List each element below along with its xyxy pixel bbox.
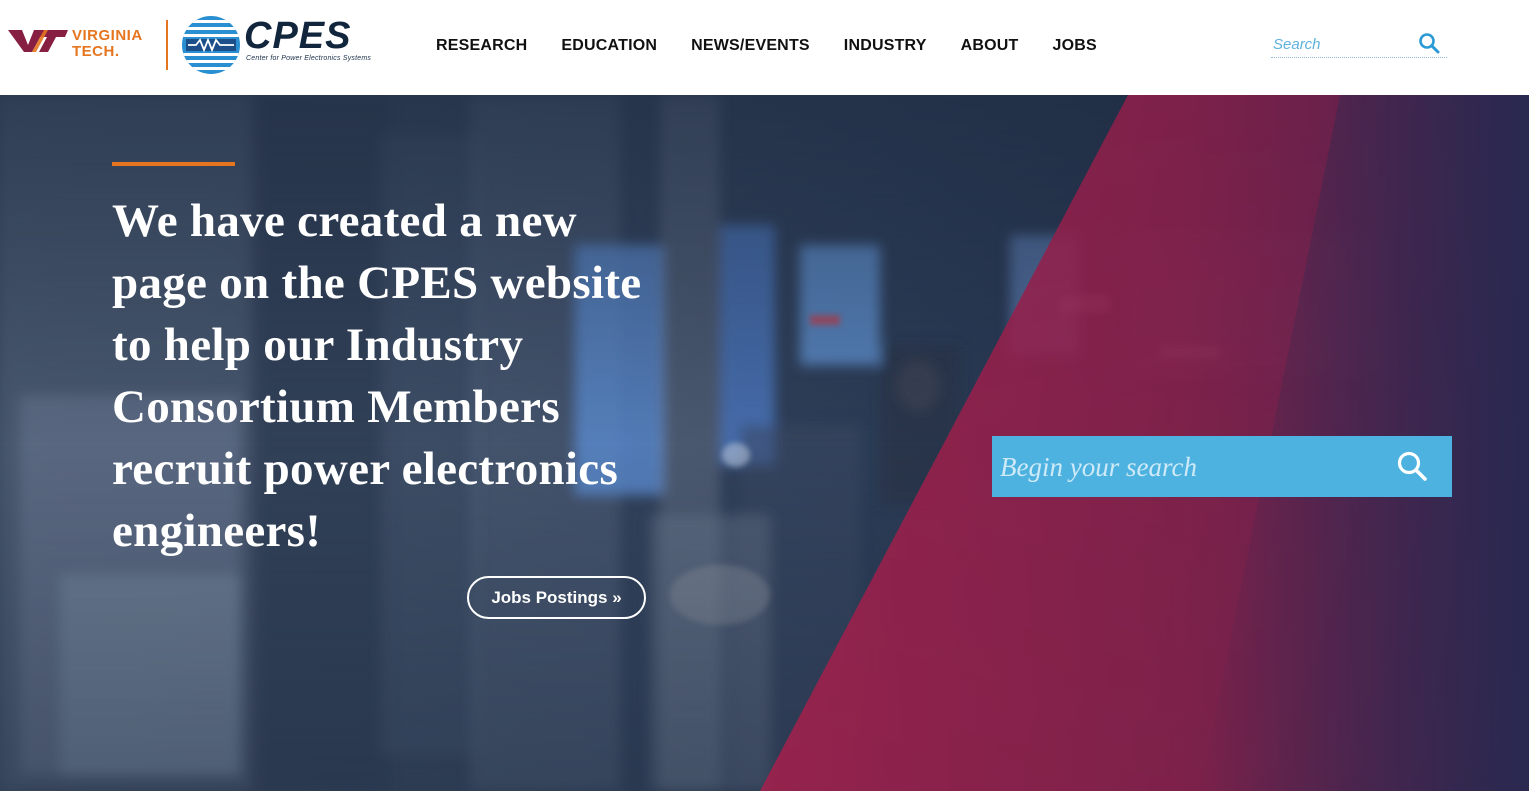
search-icon[interactable] [1395, 449, 1429, 483]
nav-item-about[interactable]: ABOUT [961, 37, 1019, 55]
jobs-postings-button[interactable]: Jobs Postings » [467, 576, 646, 619]
hero-search [992, 436, 1452, 497]
nav-item-education[interactable]: EDUCATION [561, 37, 657, 55]
vt-wordmark-line2: TECH. [72, 43, 120, 60]
nav-item-jobs[interactable]: JOBS [1052, 37, 1096, 55]
nav-item-news-events[interactable]: NEWS/EVENTS [691, 37, 810, 55]
hero-search-input[interactable] [1000, 449, 1380, 485]
vt-wordmark-line1: VIRGINIA [72, 27, 143, 44]
vt-mark-icon [8, 30, 68, 52]
cpes-logo[interactable]: CPES Center for Power Electronics System… [180, 14, 380, 74]
site-header: VIRGINIA TECH. CPES Center for Power Ele… [0, 0, 1529, 95]
logo-divider [166, 20, 168, 70]
nav-item-industry[interactable]: INDUSTRY [844, 37, 927, 55]
cpes-wordmark: CPES [244, 15, 352, 57]
main-nav: RESEARCH EDUCATION NEWS/EVENTS INDUSTRY … [436, 37, 1131, 55]
hero-headline: We have created a new page on the CPES w… [112, 195, 642, 557]
header-search-input[interactable] [1273, 34, 1413, 54]
search-icon[interactable] [1417, 31, 1441, 55]
header-search [1271, 28, 1447, 58]
vt-wordmark: VIRGINIA TECH. [72, 28, 143, 60]
hero-banner: We have created a new page on the CPES w… [0, 95, 1529, 791]
headline-accent-line [112, 162, 235, 166]
cpes-globe-icon [182, 16, 240, 74]
cpes-tagline: Center for Power Electronics Systems [246, 55, 372, 62]
nav-item-research[interactable]: RESEARCH [436, 37, 527, 55]
virginia-tech-logo[interactable]: VIRGINIA TECH. [8, 22, 164, 70]
